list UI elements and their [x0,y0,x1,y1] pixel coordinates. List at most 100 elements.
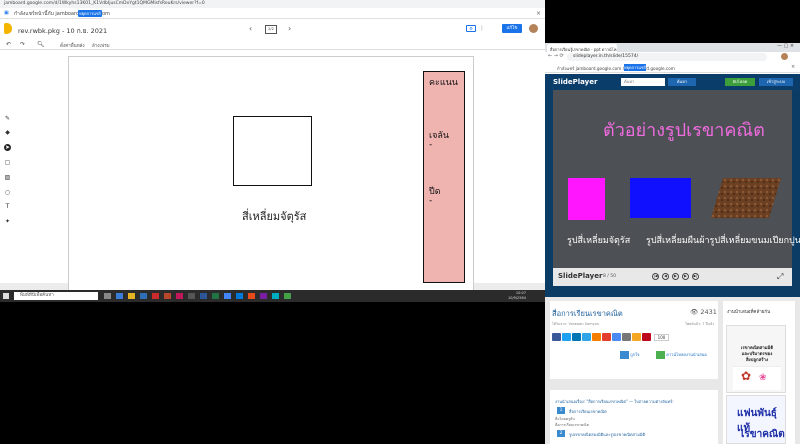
related-item-sub: สื่อการเรียนเรขาคณิต [555,423,589,427]
windows-start-icon[interactable] [3,293,9,299]
taskbar-clock[interactable]: 10:07 10/9/2564 [508,291,526,300]
stop-sharing-button[interactable]: หยุดการแชร์ [624,64,646,71]
pinterest-icon[interactable] [642,333,651,341]
browser-toolbar: ← → ⟳ slideplayer.in.th/slide/15574/ [545,52,800,62]
pocket-icon[interactable] [602,333,611,341]
window-controls-icon[interactable]: — ▢ × [777,43,794,49]
thumb-title: เรขาคณิต [741,429,785,440]
email-icon[interactable] [622,333,631,341]
related-item-title[interactable]: สื่อการเรียนเรขาคณิต [569,408,607,415]
close-icon[interactable]: × [791,64,795,70]
similar-thumbnail-2[interactable]: แฟนพันธุ์แท้ เรขาคณิต [726,395,786,444]
search-button[interactable]: ค้นหา [668,78,696,86]
redo-icon[interactable]: ↷ [20,41,25,48]
line-icon[interactable] [284,293,291,299]
related-item-title[interactable]: รูปเรขาคณิตสองมิติและรูปเรขาคณิตสามมิติ [569,431,645,438]
first-slide-icon[interactable]: |◀ [652,273,659,280]
back-forward-icon[interactable]: ← → ⟳ [548,53,564,59]
prev-frame-icon[interactable]: ‹ [249,24,252,33]
download-button[interactable]: ดาวน์โหลดงานนำเสนอ [656,351,711,360]
taskbar-search-input[interactable]: พิมพ์ที่นี่เพื่อค้นหา [14,292,98,300]
pen-icon[interactable]: ✎ [4,115,11,122]
last-slide-icon[interactable]: ▶| [692,273,699,280]
next-slide-icon[interactable]: ▶ [682,273,689,280]
zoom-icon[interactable]: 🔍︎ [37,41,45,48]
address-bar[interactable]: jamboard.google.com/d/1Wkyhs13K01_K1VdbI… [0,0,545,8]
set-background-button[interactable]: ตั้งค่าพื้นหลัง [60,42,85,49]
slideplayer-logo[interactable]: SlidePlayer [553,78,597,86]
address-bar[interactable]: slideplayer.in.th/slide/15574/ [567,53,767,61]
steam-icon[interactable] [188,293,195,299]
uploaded-by: ได้รับจาก: Vorawan Somyon [552,322,599,326]
sticky-note-icon[interactable]: ▢ [4,159,11,166]
text-box-icon[interactable]: T [4,203,11,210]
excel-icon[interactable] [212,293,219,299]
score-title: คะแนน [429,78,458,88]
edge-icon[interactable] [116,293,123,299]
related-number: 2 [557,430,565,437]
eraser-icon[interactable]: ◆ [4,129,11,136]
stop-sharing-button[interactable]: หยุดการแชร์ [78,10,102,17]
next-frame-icon[interactable]: › [288,24,291,33]
magenta-square [568,178,605,220]
app3-icon[interactable] [260,293,267,299]
edit-button[interactable]: แก้ไข [502,24,522,33]
tab-slideplayer[interactable]: สื่อการเรียนรู้เรขาคณิต - ppt ดาวน์โหลด [547,44,617,52]
app2-icon[interactable] [248,293,255,299]
fullscreen-icon[interactable]: ⤢ [777,272,783,282]
square-shape[interactable] [233,116,312,186]
powerpoint-icon[interactable] [164,293,171,299]
linkedin-icon[interactable] [572,333,581,341]
clear-frame-button[interactable]: ล้างเฟรม [92,42,110,49]
store-icon[interactable] [140,293,147,299]
laser-icon[interactable]: ✦ [4,218,11,225]
thumb-line: สิ่งปลูกสร้าง [745,358,769,363]
player-logo: SlidePlayer [558,272,603,280]
file-explorer-icon[interactable] [128,293,135,299]
clock-date: 10/9/2564 [508,295,526,300]
mail-icon[interactable] [236,293,243,299]
flower-icon: ❀ [759,373,767,383]
odnoklassniki-icon[interactable] [632,333,641,341]
search-input[interactable]: ค้นหา [621,78,665,86]
task-view-icon[interactable] [104,293,111,299]
close-icon[interactable]: × [536,10,541,17]
set-button[interactable]: ⚙ [466,25,476,32]
square-label[interactable]: สี่เหลี่ยมจัตุรัส [242,207,306,225]
word-icon[interactable] [200,293,207,299]
score-panel[interactable]: คะแนน เจลัน - ปีด - [423,71,465,283]
twitter-icon[interactable] [562,333,571,341]
slide-label-rectangle: รูปสี่เหลี่ยมผืนผ้า [646,236,710,246]
like-button[interactable]: ถูกใจ [620,351,658,360]
like-icon [620,351,629,359]
blogger-icon[interactable] [592,333,601,341]
chrome-icon[interactable] [224,293,231,299]
related-title: งานนำเสนอเรื่อง: "สื่อการเรียนเรขาคณิต" … [555,399,674,404]
image-icon[interactable]: ▨ [4,174,11,181]
shape-icon[interactable]: ○ [4,189,11,196]
undo-icon[interactable]: ↶ [6,41,11,48]
view-count-value: 2431 [700,308,717,316]
share-bar: กำลังแชร์ jamboard.google.com กับ jamboa… [545,62,800,73]
avatar[interactable] [529,24,538,33]
jam-title[interactable]: rev.rwbk.pkg - 10 ก.ย. 2021 [18,26,107,36]
more-vert-icon[interactable]: ⋮ [479,25,485,32]
facebook-icon[interactable] [552,333,561,341]
slide-label-square: รูปสี่เหลี่ยมจัตุรัส [567,236,631,246]
vk-icon[interactable] [582,333,591,341]
office-icon[interactable] [152,293,159,299]
blue-rectangle [630,178,691,218]
login-button[interactable]: เข้าสู่ระบบ [759,78,793,86]
prev-slide-icon[interactable]: ◀ [662,273,669,280]
similar-thumbnail-1[interactable]: เรขาคณิตสามมิติ และปริมาตรของ สิ่งปลูกสร… [726,325,786,393]
google-icon[interactable] [612,333,621,341]
select-icon[interactable]: ➤ [4,144,11,151]
upload-button[interactable]: อัปโหลด [725,78,755,86]
slideplayer-window: สื่อการเรียนรู้เรขาคณิต - ppt ดาวน์โหลด … [545,43,800,444]
play-icon[interactable]: ▶ [672,273,679,280]
app-icon[interactable] [176,293,183,299]
avatar[interactable] [781,53,788,60]
app4-icon[interactable] [272,293,279,299]
thumb-image: ✿ ❀ [733,366,781,390]
frame-indicator[interactable]: 2/2 [265,25,277,34]
